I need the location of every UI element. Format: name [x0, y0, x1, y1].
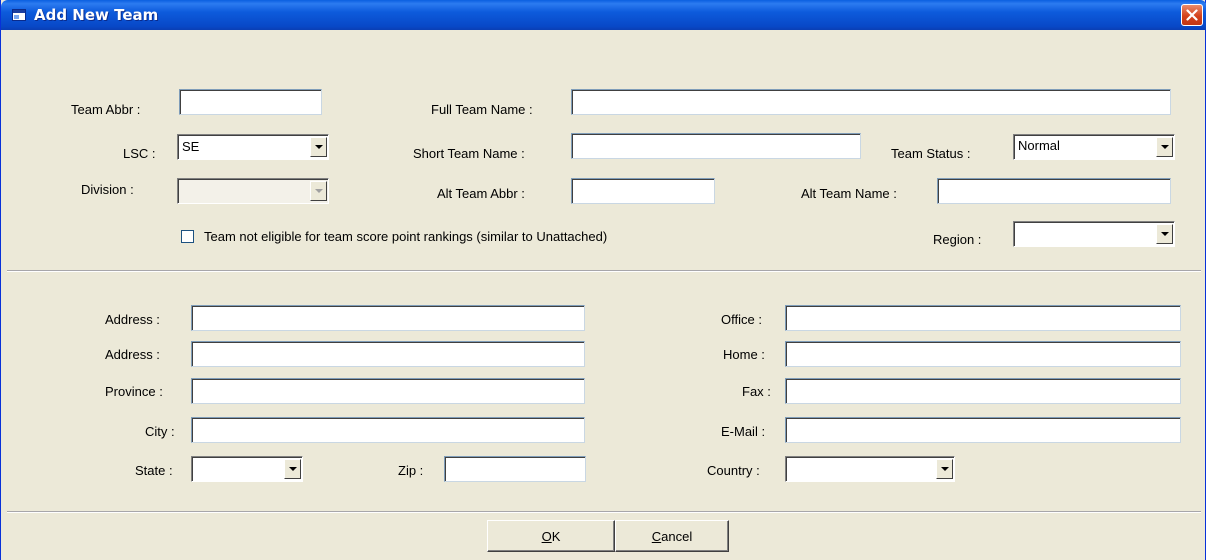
lsc-dropdown-button[interactable]: [310, 137, 327, 157]
team-abbr-label: Team Abbr :: [71, 102, 141, 117]
lsc-label: LSC :: [123, 146, 156, 161]
division-dropdown-button: [310, 181, 327, 201]
chevron-down-icon: [1160, 145, 1169, 149]
short-team-name-input[interactable]: [571, 133, 861, 159]
region-select[interactable]: [1013, 221, 1175, 247]
chevron-down-icon: [940, 467, 949, 471]
team-status-dropdown-button[interactable]: [1156, 137, 1173, 157]
division-label: Division :: [81, 182, 134, 197]
country-select[interactable]: [785, 456, 955, 482]
country-label: Country :: [707, 463, 760, 478]
team-status-selected-value: Normal: [1018, 138, 1060, 153]
zip-input[interactable]: [444, 456, 586, 482]
not-eligible-checkbox[interactable]: [181, 230, 194, 243]
section-divider: [7, 270, 1201, 272]
close-button[interactable]: [1181, 4, 1203, 26]
team-status-select[interactable]: Normal: [1013, 134, 1175, 160]
ok-mnemonic: O: [541, 528, 552, 544]
add-new-team-dialog: Add New Team Team Abbr : Full Team Name …: [0, 0, 1206, 560]
ok-button[interactable]: OK: [487, 520, 615, 552]
address1-label: Address :: [105, 312, 160, 327]
division-select: [177, 178, 329, 204]
chevron-down-icon: [1160, 232, 1169, 236]
province-label: Province :: [105, 384, 163, 399]
address1-input[interactable]: [191, 305, 585, 331]
window-title: Add New Team: [34, 6, 159, 24]
alt-team-name-label: Alt Team Name :: [801, 186, 897, 201]
state-select[interactable]: [191, 456, 303, 482]
email-input[interactable]: [785, 417, 1181, 443]
address2-label: Address :: [105, 347, 160, 362]
team-status-label: Team Status :: [891, 146, 971, 161]
button-divider: [7, 511, 1201, 513]
cancel-mnemonic: C: [651, 528, 662, 544]
close-x-icon: [1186, 9, 1198, 21]
lsc-selected-value: SE: [182, 139, 200, 154]
cancel-button[interactable]: Cancel: [615, 520, 729, 552]
office-label: Office :: [721, 312, 762, 327]
city-input[interactable]: [191, 417, 585, 443]
short-team-name-label: Short Team Name :: [413, 146, 525, 161]
title-bar[interactable]: Add New Team: [1, 0, 1206, 30]
office-input[interactable]: [785, 305, 1181, 331]
ok-label-rest: K: [551, 528, 561, 544]
not-eligible-label[interactable]: Team not eligible for team score point r…: [204, 229, 607, 244]
chevron-down-icon: [314, 189, 323, 193]
fax-label: Fax :: [742, 384, 771, 399]
email-label: E-Mail :: [721, 424, 766, 439]
home-label: Home :: [723, 347, 765, 362]
lsc-select[interactable]: SE: [177, 134, 329, 160]
province-input[interactable]: [191, 378, 585, 404]
home-input[interactable]: [785, 341, 1181, 367]
country-dropdown-button[interactable]: [936, 459, 953, 479]
window-app-icon: [12, 9, 26, 21]
city-label: City :: [145, 424, 175, 439]
fax-input[interactable]: [785, 378, 1181, 404]
state-label: State :: [135, 463, 173, 478]
chevron-down-icon: [314, 145, 323, 149]
zip-label: Zip :: [398, 463, 424, 478]
team-abbr-input[interactable]: [179, 89, 322, 115]
alt-team-abbr-label: Alt Team Abbr :: [437, 186, 525, 201]
region-label: Region :: [933, 232, 982, 247]
alt-team-name-input[interactable]: [937, 178, 1171, 204]
full-team-name-input[interactable]: [571, 89, 1171, 115]
cancel-label-rest: ancel: [661, 528, 693, 544]
state-dropdown-button[interactable]: [284, 459, 301, 479]
full-team-name-label: Full Team Name :: [431, 102, 533, 117]
chevron-down-icon: [288, 467, 297, 471]
region-dropdown-button[interactable]: [1156, 224, 1173, 244]
address2-input[interactable]: [191, 341, 585, 367]
alt-team-abbr-input[interactable]: [571, 178, 715, 204]
